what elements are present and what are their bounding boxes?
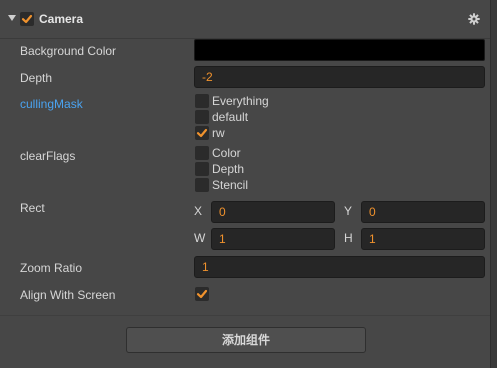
clear-stencil-label: Stencil bbox=[212, 178, 249, 192]
background-color-swatch[interactable] bbox=[194, 39, 485, 61]
culling-rw-label: rw bbox=[212, 126, 225, 140]
component-title: Camera bbox=[39, 12, 84, 26]
component-enabled-checkbox[interactable] bbox=[20, 12, 34, 26]
rect-w-input[interactable]: 1 bbox=[211, 228, 335, 250]
clear-color-label: Color bbox=[212, 146, 241, 160]
background-color-label: Background Color bbox=[20, 44, 117, 58]
rect-x-input[interactable]: 0 bbox=[211, 201, 335, 223]
clear-depth-checkbox[interactable] bbox=[195, 162, 209, 176]
depth-input[interactable]: -2 bbox=[194, 66, 485, 88]
culling-rw-checkbox[interactable] bbox=[195, 126, 209, 140]
checkmark-icon bbox=[21, 14, 33, 24]
section-divider bbox=[0, 315, 490, 316]
align-with-screen-label: Align With Screen bbox=[20, 288, 116, 302]
rect-y-input[interactable]: 0 bbox=[361, 201, 485, 223]
clear-depth-label: Depth bbox=[212, 162, 245, 176]
camera-inspector-panel: Camera Background Color Depth -2 culling… bbox=[0, 0, 490, 368]
culling-everything-label: Everything bbox=[212, 94, 269, 108]
culling-everything-checkbox[interactable] bbox=[195, 94, 209, 108]
clear-color-checkbox[interactable] bbox=[195, 146, 209, 160]
gear-icon[interactable] bbox=[468, 13, 480, 25]
rect-h-input[interactable]: 1 bbox=[361, 228, 485, 250]
scrollbar-track[interactable] bbox=[490, 0, 497, 368]
add-component-button[interactable]: 添加组件 bbox=[126, 327, 366, 353]
rect-w-label: W bbox=[194, 231, 206, 245]
checkmark-icon bbox=[196, 289, 208, 299]
zoom-ratio-label: Zoom Ratio bbox=[20, 261, 83, 275]
depth-label: Depth bbox=[20, 71, 53, 85]
culling-default-checkbox[interactable] bbox=[195, 110, 209, 124]
rect-y-label: Y bbox=[344, 204, 353, 218]
align-with-screen-checkbox[interactable] bbox=[195, 287, 209, 301]
checkmark-icon bbox=[196, 128, 208, 138]
clear-flags-label: clearFlags bbox=[20, 149, 76, 163]
culling-mask-label[interactable]: cullingMask bbox=[20, 97, 83, 111]
clear-stencil-checkbox[interactable] bbox=[195, 178, 209, 192]
collapse-triangle-icon[interactable] bbox=[8, 15, 16, 21]
component-header: Camera bbox=[0, 0, 490, 39]
rect-x-label: X bbox=[194, 204, 203, 218]
rect-h-label: H bbox=[344, 231, 353, 245]
rect-label: Rect bbox=[20, 201, 45, 215]
culling-default-label: default bbox=[212, 110, 249, 124]
zoom-ratio-input[interactable]: 1 bbox=[194, 256, 485, 278]
